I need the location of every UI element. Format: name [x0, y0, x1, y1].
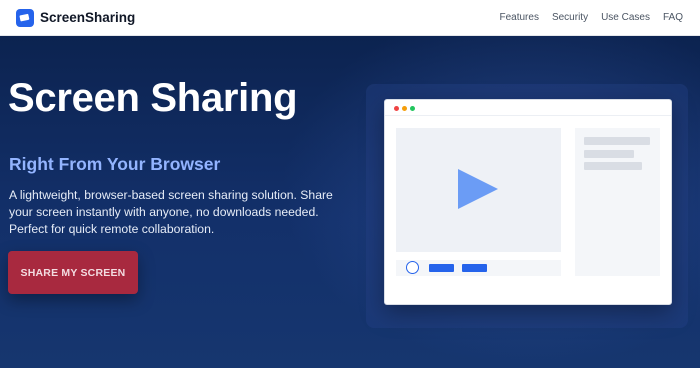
nav-link-features[interactable]: Features: [499, 12, 538, 23]
hero-title: Screen Sharing: [8, 76, 298, 120]
mockup-side-panel: [575, 128, 660, 276]
mockup-text-line: [584, 137, 650, 145]
window-close-dot-icon: [394, 106, 399, 111]
top-navbar: ScreenSharing Features Security Use Case…: [0, 0, 700, 36]
share-my-screen-button[interactable]: SHARE MY SCREEN: [8, 251, 138, 294]
record-circle-icon: [406, 261, 419, 274]
nav-links: Features Security Use Cases FAQ: [486, 12, 683, 23]
mockup-titlebar: [385, 100, 671, 116]
hero-description: A lightweight, browser-based screen shar…: [9, 188, 333, 236]
window-minimize-dot-icon: [402, 106, 407, 111]
nav-link-security[interactable]: Security: [552, 12, 588, 23]
hero-subtitle: Right From Your Browser: [9, 154, 221, 174]
mockup-text-line: [584, 162, 642, 170]
nav-link-faq[interactable]: FAQ: [663, 12, 683, 23]
window-maximize-dot-icon: [410, 106, 415, 111]
mockup-control-pill: [462, 264, 487, 272]
play-icon: [458, 169, 498, 209]
mockup-controls: [396, 260, 561, 276]
browser-mockup-illustration: [384, 99, 672, 305]
brand-name: ScreenSharing: [40, 10, 136, 25]
nav-link-use-cases[interactable]: Use Cases: [601, 12, 650, 23]
mockup-control-pill: [429, 264, 454, 272]
screen-share-logo-icon: [16, 8, 34, 27]
mockup-text-line: [584, 150, 634, 158]
brand[interactable]: ScreenSharing: [16, 8, 136, 27]
mockup-video-area: [396, 128, 561, 252]
